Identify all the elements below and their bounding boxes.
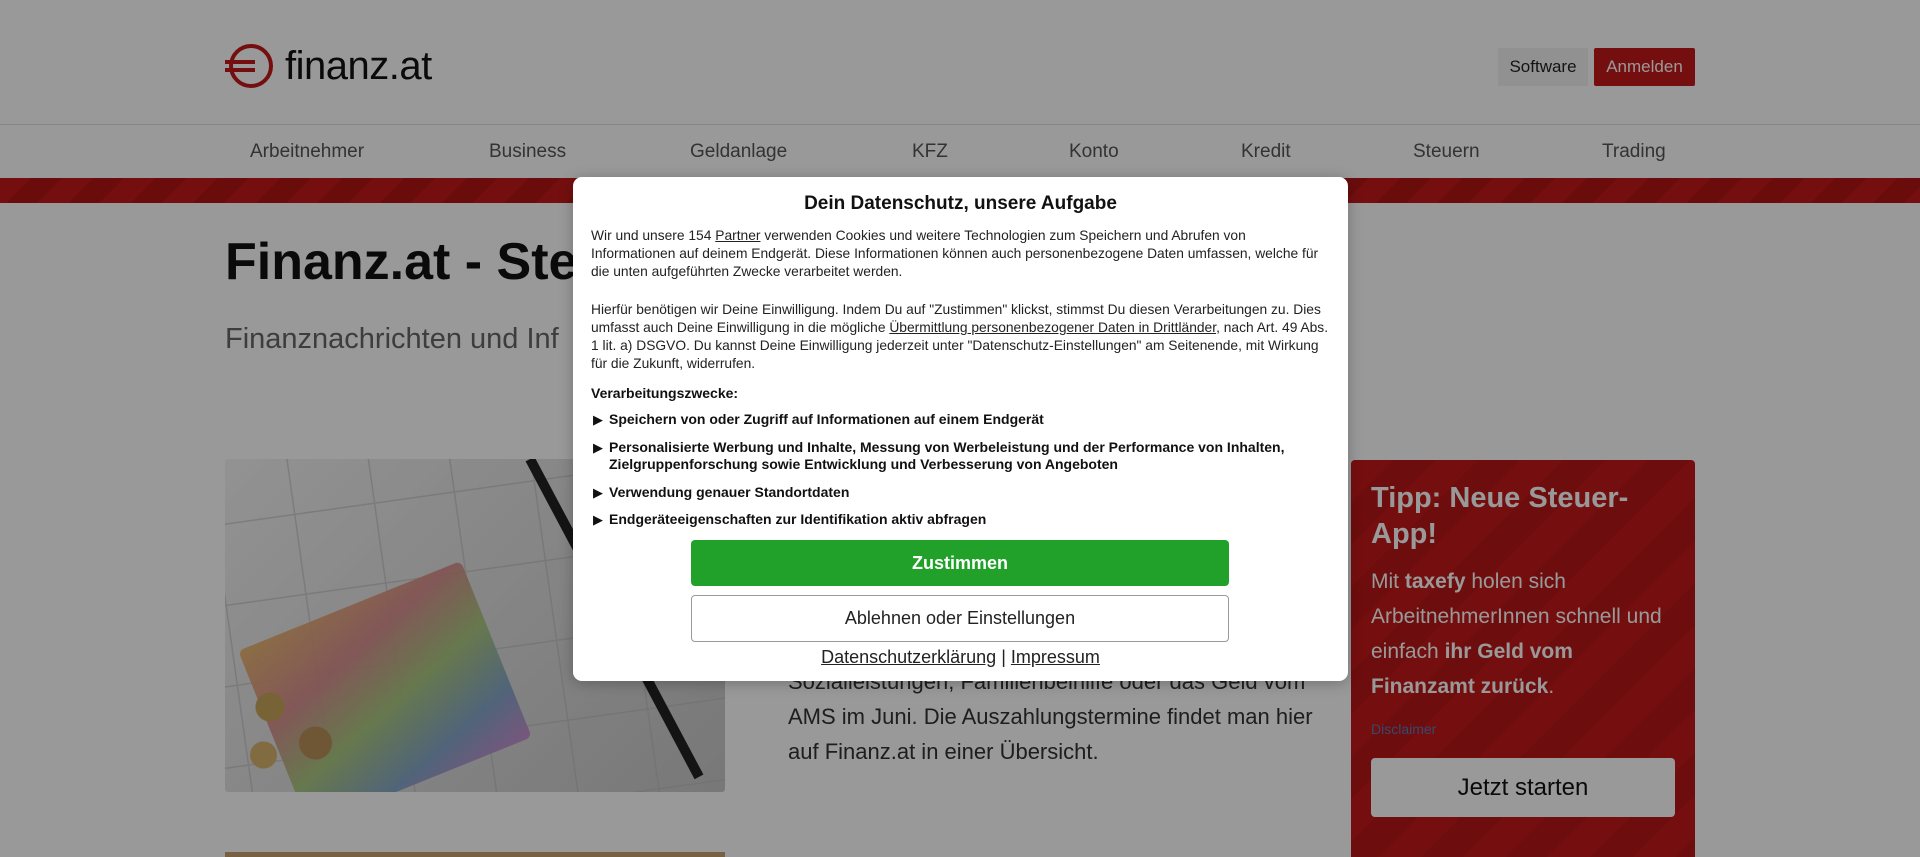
triangle-right-icon: ▶	[593, 412, 603, 427]
triangle-right-icon: ▶	[593, 440, 603, 455]
purpose-item-storage[interactable]: ▶ Speichern von oder Zugriff auf Informa…	[593, 411, 1333, 428]
accept-button[interactable]: Zustimmen	[691, 540, 1229, 586]
purpose-item-device-identification[interactable]: ▶ Endgeräteeigenschaften zur Identifikat…	[593, 511, 1333, 528]
link-separator: |	[1001, 647, 1006, 667]
reject-or-settings-button[interactable]: Ablehnen oder Einstellungen	[691, 595, 1229, 642]
purpose-item-personalized-ads[interactable]: ▶ Personalisierte Werbung und Inhalte, M…	[593, 439, 1333, 473]
triangle-right-icon: ▶	[593, 485, 603, 500]
third-country-transfer-link[interactable]: Übermittlung personenbezogener Daten in …	[889, 320, 1216, 335]
consent-dialog: Dein Datenschutz, unsere Aufgabe Wir und…	[573, 177, 1348, 681]
consent-consent-text: Hierfür benötigen wir Deine Einwilligung…	[591, 302, 1329, 371]
triangle-right-icon: ▶	[593, 512, 603, 527]
partner-link[interactable]: Partner	[715, 228, 760, 243]
consent-footer-links: Datenschutzerklärung | Impressum	[573, 647, 1348, 668]
consent-intro-text: Wir und unsere 154 Partner verwenden Coo…	[591, 228, 1319, 279]
consent-title: Dein Datenschutz, unsere Aufgabe	[804, 193, 1117, 214]
purposes-heading: Verarbeitungszwecke:	[591, 385, 739, 401]
purpose-item-location[interactable]: ▶ Verwendung genauer Standortdaten	[593, 484, 1333, 501]
imprint-link[interactable]: Impressum	[1011, 647, 1100, 667]
privacy-policy-link[interactable]: Datenschutzerklärung	[821, 647, 996, 667]
